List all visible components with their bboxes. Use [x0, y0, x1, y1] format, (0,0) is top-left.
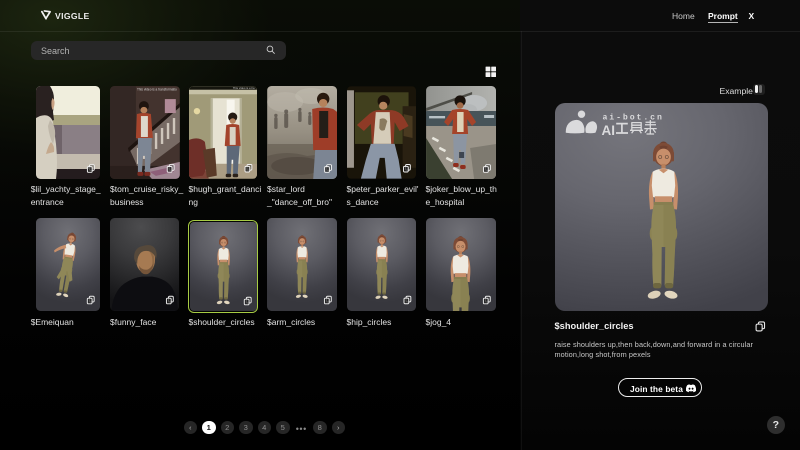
svg-text:AI: AI: [601, 123, 615, 138]
svg-text:This video is a transformatio: This video is a transformatio: [137, 87, 177, 91]
svg-text:This video is a tra: This video is a tra: [232, 86, 254, 90]
svg-text:ai-bot.cn: ai-bot.cn: [602, 112, 663, 122]
